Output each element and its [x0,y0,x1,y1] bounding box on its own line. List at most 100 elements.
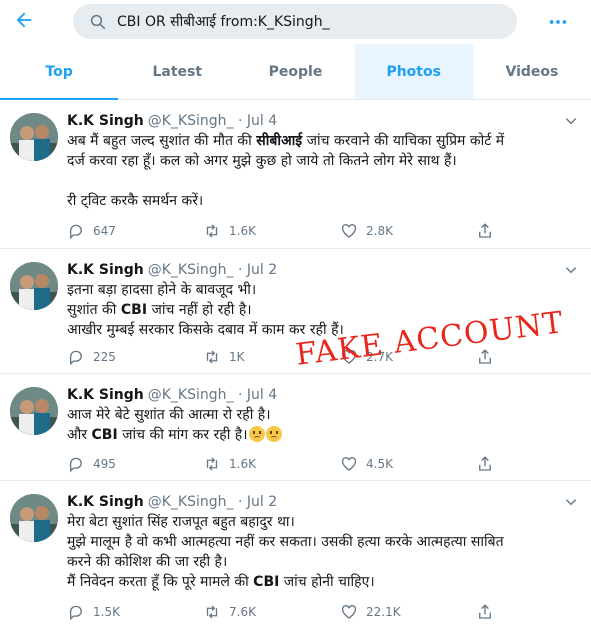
back-button[interactable] [10,6,38,34]
heart-icon [341,457,357,471]
like-button[interactable]: 22.1K [340,601,401,623]
tweet-text-segment: और [67,427,92,443]
retweet-icon [206,605,218,619]
tweet-date[interactable]: Jul 4 [247,387,277,403]
tweet-actions: 647 1.6K 2.8K [67,220,491,242]
tweet-date[interactable]: Jul 2 [247,494,277,510]
tweet-text-segment: जांच करवाने की याचिका सुप्रिम कोर्ट में [302,133,505,149]
tweet[interactable]: K.K Singh @K_KSingh_ · Jul 4 आज मेरे बेटे… [0,375,591,481]
tweet-text-line: करने की कोशिश की जा रही है। [67,554,228,570]
tweet-date[interactable]: Jul 2 [247,262,277,278]
retweet-icon [206,350,218,364]
share-button[interactable] [476,220,502,242]
tweet-text-line: आज मेरे बेटे सुशांत की आत्मा रो रही है। [67,407,271,423]
chevron-down-icon [565,118,577,125]
reply-count: 495 [93,457,116,471]
tweet-text: अब मैं बहुत जल्द सुशांत की मौत की सीबीआई… [67,131,504,211]
retweet-count: 1.6K [229,457,256,471]
retweet-button[interactable]: 1.6K [203,453,256,475]
user-handle[interactable]: @K_KSingh_ [148,387,234,403]
tab-videos[interactable]: Videos [473,44,591,99]
reply-button[interactable]: 495 [67,453,116,475]
tweet-menu-button[interactable] [560,111,582,131]
display-name[interactable]: K.K Singh [67,387,144,403]
heart-icon [341,224,357,238]
retweet-button[interactable]: 1K [203,346,245,368]
search-highlight: सीबीआई [256,133,303,149]
display-name[interactable]: K.K Singh [67,113,144,129]
avatar[interactable] [10,262,58,310]
tweet-text-segment: मैं निवेदन करता हूँ कि पूरे मामले की [67,574,254,590]
tweet-menu-button[interactable] [560,492,582,512]
like-count: 2.8K [366,224,393,238]
tweet-header: K.K Singh @K_KSingh_ · Jul 4 [67,387,278,403]
tweet-text-line: मेरा बेटा सुशांत सिंह राजपूत बहुत बहादुर… [67,514,295,530]
tweet-text-segment: जांच की मांग कर रही है। [117,427,248,443]
search-box[interactable]: CBI OR सीबीआई from:K_KSingh_ [73,4,517,39]
user-handle[interactable]: @K_KSingh_ [148,494,234,510]
avatar[interactable] [10,494,58,542]
search-header: CBI OR सीबीआई from:K_KSingh_ [0,0,591,43]
retweet-button[interactable]: 7.6K [203,601,256,623]
share-icon [479,604,491,619]
share-icon [479,456,491,471]
tweet-menu-button[interactable] [560,260,582,280]
tweet-actions: 495 1.6K 4.5K [67,453,491,475]
arrow-left-icon [16,12,32,28]
avatar[interactable] [10,387,58,435]
tweet-text: आज मेरे बेटे सुशांत की आत्मा रो रही है। … [67,405,282,445]
share-button[interactable] [476,601,502,623]
like-button[interactable]: 4.5K [340,453,393,475]
retweet-count: 7.6K [229,605,256,619]
like-button[interactable]: 2.8K [340,220,393,242]
search-tabs: Top Latest People Photos Videos [0,44,591,100]
search-highlight: CBI [253,574,280,590]
tweet-text-line: दर्ज करवा रहा हूँ। कल को अगर मुझे कुछ हो… [67,153,457,169]
search-input[interactable]: CBI OR सीबीआई from:K_KSingh_ [117,12,330,31]
tweet-text-line: री ट्विट करकै समर्थन करें। [67,193,204,209]
tweet-date[interactable]: Jul 4 [247,113,277,129]
tweet-text-segment: अब मैं बहुत जल्द सुशांत की मौत की [67,133,257,149]
more-horizontal-icon [549,20,567,24]
reply-count: 1.5K [93,605,120,619]
reply-icon [69,605,82,621]
crying-face-icon [248,426,265,442]
tweet-header: K.K Singh @K_KSingh_ · Jul 2 [67,494,278,510]
display-name[interactable]: K.K Singh [67,494,144,510]
share-button[interactable] [476,453,502,475]
reply-button[interactable]: 647 [67,220,116,242]
retweet-button[interactable]: 1.6K [203,220,256,242]
tweet[interactable]: K.K Singh @K_KSingh_ · Jul 4 अब मैं बहुत … [0,101,591,249]
user-handle[interactable]: @K_KSingh_ [148,113,234,129]
search-highlight: CBI [91,427,118,443]
tab-top[interactable]: Top [0,44,119,100]
tweet-text-segment: जांच नहीं हो रही है। [147,302,252,318]
reply-button[interactable]: 1.5K [67,601,120,623]
tweet-actions: 1.5K 7.6K 22.1K [67,601,491,623]
more-options-button[interactable] [544,8,572,36]
tweet-text: मेरा बेटा सुशांत सिंह राजपूत बहुत बहादुर… [67,512,504,592]
reply-icon [69,457,82,473]
tweet-text-segment: जांच होनी चाहिए। [279,574,375,590]
search-icon [73,4,107,39]
tweet-text-line: मुझे मालूम है वो कभी आत्महत्या नहीं कर स… [67,534,504,550]
display-name[interactable]: K.K Singh [67,262,144,278]
reply-count: 225 [93,350,116,364]
tab-people[interactable]: People [236,44,354,99]
tab-latest[interactable]: Latest [118,44,236,99]
crying-face-icon [265,426,282,442]
retweet-count: 1.6K [229,224,256,238]
tab-photos[interactable]: Photos [354,44,473,99]
tweet-header: K.K Singh @K_KSingh_ · Jul 2 [67,262,278,278]
retweet-icon [206,224,218,238]
tweet-header: K.K Singh @K_KSingh_ · Jul 4 [67,113,278,129]
like-count: 22.1K [366,605,401,619]
reply-button[interactable]: 225 [67,346,116,368]
avatar[interactable] [10,113,58,161]
user-handle[interactable]: @K_KSingh_ [148,262,234,278]
reply-icon [69,224,82,240]
tweet-text-segment: सुशांत की [67,302,121,318]
tweet[interactable]: K.K Singh @K_KSingh_ · Jul 2 मेरा बेटा सु… [0,482,591,630]
like-count: 4.5K [366,457,393,471]
search-highlight: CBI [120,302,148,318]
